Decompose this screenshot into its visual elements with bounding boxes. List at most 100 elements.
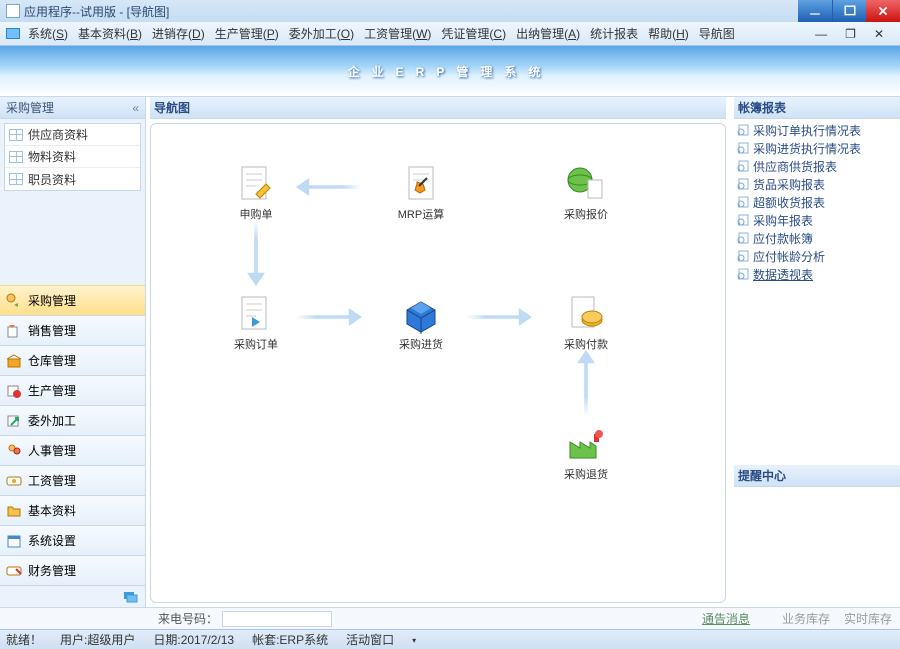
magnifier-icon bbox=[736, 214, 750, 226]
report-item[interactable]: 应付款帐簿 bbox=[734, 229, 900, 247]
window-maximize-button[interactable] bbox=[832, 0, 866, 22]
report-label: 货品采购报表 bbox=[753, 176, 825, 193]
document-star-icon bbox=[401, 164, 441, 204]
sidebar: 采购管理 « 供应商资料 物料资料 职员资料 采购管理 销售管理 仓库管理 生产… bbox=[0, 97, 146, 607]
factory-icon bbox=[566, 424, 606, 464]
mdi-close-icon[interactable]: ✕ bbox=[874, 27, 884, 41]
nav-sales[interactable]: 销售管理 bbox=[0, 315, 145, 345]
status-window[interactable]: 活动窗口▾ bbox=[346, 631, 434, 648]
nav-label: 人事管理 bbox=[28, 442, 76, 459]
magnifier-icon bbox=[736, 232, 750, 244]
stack-icon[interactable] bbox=[123, 590, 139, 604]
menu-production[interactable]: 生产管理(P) bbox=[215, 25, 279, 42]
magnifier-icon bbox=[736, 142, 750, 154]
report-item[interactable]: 采购年报表 bbox=[734, 211, 900, 229]
quicklist-item[interactable]: 职员资料 bbox=[5, 168, 140, 190]
menu-salary[interactable]: 工资管理(W) bbox=[364, 25, 431, 42]
report-item[interactable]: 货品采购报表 bbox=[734, 175, 900, 193]
status-ready: 就绪！ bbox=[6, 631, 42, 648]
nav-warehouse[interactable]: 仓库管理 bbox=[0, 345, 145, 375]
nav-salary[interactable]: 工资管理 bbox=[0, 465, 145, 495]
report-label: 采购订单执行情况表 bbox=[753, 122, 861, 139]
nav-settings[interactable]: 系统设置 bbox=[0, 525, 145, 555]
menu-reports[interactable]: 统计报表 bbox=[590, 25, 638, 42]
hr-icon bbox=[6, 443, 22, 459]
quicklist-label: 职员资料 bbox=[28, 171, 76, 188]
magnifier-icon bbox=[736, 124, 750, 136]
document-arrow-icon bbox=[236, 294, 276, 334]
sidebar-title: 采购管理 bbox=[6, 99, 54, 116]
node-quote[interactable]: 采购报价 bbox=[551, 164, 621, 222]
node-label: 采购报价 bbox=[551, 206, 621, 222]
report-item[interactable]: 超额收货报表 bbox=[734, 193, 900, 211]
magnifier-icon bbox=[736, 178, 750, 190]
nav-finance[interactable]: 财务管理 bbox=[0, 555, 145, 585]
alerts-body bbox=[734, 487, 900, 607]
report-item[interactable]: 采购订单执行情况表 bbox=[734, 121, 900, 139]
mdi-minimize-icon[interactable]: — bbox=[815, 27, 827, 41]
call-number-input[interactable] bbox=[222, 611, 332, 627]
window-minimize-button[interactable] bbox=[798, 0, 832, 22]
nav-purchase[interactable]: 采购管理 bbox=[0, 285, 145, 315]
arrow-right-icon bbox=[466, 308, 532, 326]
report-item[interactable]: 供应商供货报表 bbox=[734, 157, 900, 175]
stock-link[interactable]: 业务库存 bbox=[782, 610, 830, 627]
salary-icon bbox=[6, 473, 22, 489]
menu-cashier[interactable]: 出纳管理(A) bbox=[516, 25, 580, 42]
nav-production[interactable]: 生产管理 bbox=[0, 375, 145, 405]
realtime-link[interactable]: 实时库存 bbox=[844, 610, 892, 627]
report-item[interactable]: 数据透视表 bbox=[734, 265, 900, 283]
status-date: 日期:2017/2/13 bbox=[153, 631, 234, 648]
menu-system[interactable]: 系统(S) bbox=[28, 25, 68, 42]
node-label: MRP运算 bbox=[386, 206, 456, 222]
calendar-icon bbox=[6, 533, 22, 549]
nav-footer bbox=[0, 585, 145, 607]
app-icon bbox=[6, 4, 20, 18]
menu-voucher[interactable]: 凭证管理(C) bbox=[441, 25, 506, 42]
arrow-down-icon bbox=[247, 220, 265, 286]
mdi-restore-icon[interactable]: ❐ bbox=[845, 27, 856, 41]
magnifier-icon bbox=[736, 268, 750, 280]
menu-navmap[interactable]: 导航图 bbox=[699, 25, 735, 42]
menubar: 系统(S) 基本资料(B) 进销存(D) 生产管理(P) 委外加工(O) 工资管… bbox=[0, 22, 900, 46]
menu-basic[interactable]: 基本资料(B) bbox=[78, 25, 142, 42]
node-mrp[interactable]: MRP运算 bbox=[386, 164, 456, 222]
report-item[interactable]: 应付帐龄分析 bbox=[734, 247, 900, 265]
node-apply[interactable]: 申购单 bbox=[221, 164, 291, 222]
nav-hr[interactable]: 人事管理 bbox=[0, 435, 145, 465]
node-receive[interactable]: 采购进货 bbox=[386, 294, 456, 352]
quicklist-item[interactable]: 物料资料 bbox=[5, 146, 140, 168]
node-pay[interactable]: 采购付款 bbox=[551, 294, 621, 352]
main-area: 导航图 申购单 MRP运算 采购报价 采购订单 bbox=[146, 97, 730, 607]
node-label: 采购进货 bbox=[386, 336, 456, 352]
nav-basic[interactable]: 基本资料 bbox=[0, 495, 145, 525]
node-order[interactable]: 采购订单 bbox=[221, 294, 291, 352]
menu-help[interactable]: 帮助(H) bbox=[648, 25, 689, 42]
nav-label: 工资管理 bbox=[28, 472, 76, 489]
status-bar: 就绪！ 用户:超级用户 日期:2017/2/13 帐套:ERP系统 活动窗口▾ bbox=[0, 629, 900, 649]
main-title: 导航图 bbox=[154, 99, 190, 116]
nav-label: 委外加工 bbox=[28, 412, 76, 429]
quicklist-item[interactable]: 供应商资料 bbox=[5, 124, 140, 146]
magnifier-icon bbox=[736, 160, 750, 172]
nav-label: 生产管理 bbox=[28, 382, 76, 399]
menu-outsourcing[interactable]: 委外加工(O) bbox=[289, 25, 354, 42]
banner: 企业ERP管理系统 bbox=[0, 46, 900, 96]
sidebar-header: 采购管理 « bbox=[0, 97, 145, 119]
box-icon bbox=[401, 294, 441, 334]
report-item[interactable]: 采购进货执行情况表 bbox=[734, 139, 900, 157]
node-label: 采购付款 bbox=[551, 336, 621, 352]
menu-jxc[interactable]: 进销存(D) bbox=[152, 25, 205, 42]
folder-icon bbox=[6, 28, 20, 39]
sidebar-collapse-icon[interactable]: « bbox=[132, 101, 139, 115]
nav-label: 基本资料 bbox=[28, 502, 76, 519]
flow-canvas: 申购单 MRP运算 采购报价 采购订单 采购进货 bbox=[150, 123, 726, 603]
nav-outsourcing[interactable]: 委外加工 bbox=[0, 405, 145, 435]
notice-link[interactable]: 通告消息 bbox=[702, 610, 750, 627]
node-return[interactable]: 采购退货 bbox=[551, 424, 621, 482]
main-header: 导航图 bbox=[150, 97, 726, 119]
nav-label: 采购管理 bbox=[28, 292, 76, 309]
outsourcing-icon bbox=[6, 413, 22, 429]
window-close-button[interactable] bbox=[866, 0, 900, 22]
arrow-left-icon bbox=[296, 178, 362, 196]
